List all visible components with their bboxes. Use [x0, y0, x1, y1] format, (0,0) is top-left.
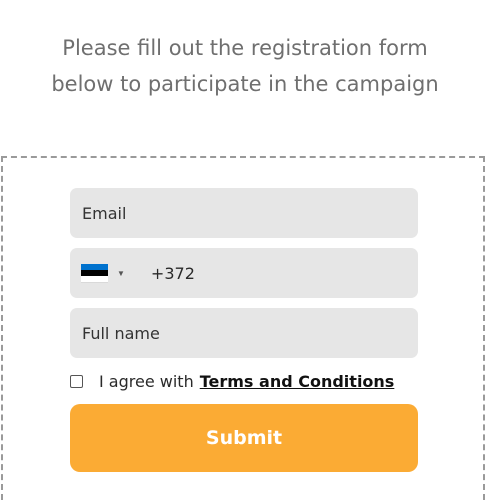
email-field-wrapper [70, 188, 418, 238]
terms-and-conditions-link[interactable]: Terms and Conditions [200, 372, 395, 391]
terms-consent: I agree with Terms and Conditions [70, 372, 394, 391]
email-field[interactable] [70, 188, 418, 238]
phone-field-wrapper: ▼ [70, 248, 418, 298]
phone-number-field[interactable] [124, 248, 418, 298]
caret-down-icon: ▼ [117, 268, 125, 278]
intro-text: Please fill out the registration form be… [51, 36, 439, 96]
registration-page: Please fill out the registration form be… [0, 0, 490, 504]
submit-button[interactable]: Submit [70, 404, 418, 472]
full-name-field-wrapper [70, 308, 418, 358]
country-code-select[interactable]: ▼ [81, 248, 125, 298]
full-name-field[interactable] [70, 308, 418, 358]
terms-checkbox[interactable] [70, 375, 83, 388]
terms-consent-label: I agree with [99, 372, 194, 391]
estonia-flag-icon [81, 263, 108, 283]
